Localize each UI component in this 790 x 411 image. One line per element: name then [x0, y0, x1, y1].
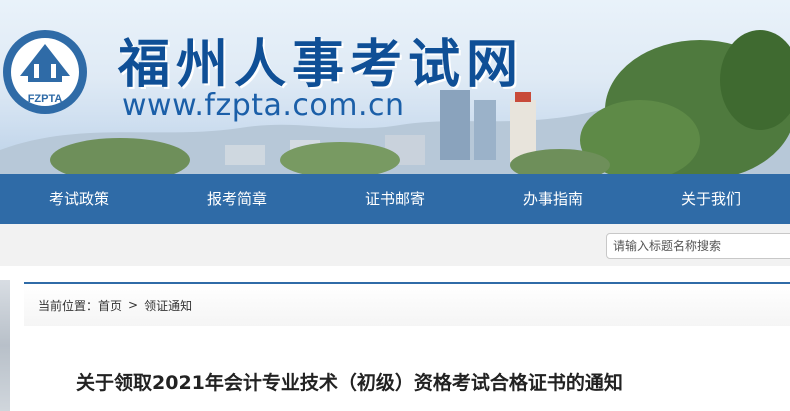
nav-item-exam-policy[interactable]: 考试政策 [0, 174, 158, 224]
nav-item-about-us[interactable]: 关于我们 [632, 174, 790, 224]
breadcrumb-home-link[interactable]: 首页 [98, 297, 122, 314]
site-url: www.fzpta.com.cn [122, 88, 405, 123]
site-name: 福州人事考试网 [118, 35, 525, 95]
header-banner: FZPTA 福州人事考试网 www.fzpta.com.cn [0, 0, 790, 174]
nav-item-registration-guide[interactable]: 报考简章 [158, 174, 316, 224]
search-bar-row [0, 224, 790, 266]
nav-item-service-guide[interactable]: 办事指南 [474, 174, 632, 224]
logo-text: FZPTA [28, 93, 63, 105]
article-title: 关于领取2021年会计专业技术（初级）资格考试合格证书的通知 [76, 372, 623, 394]
breadcrumb-prefix: 当前位置： [38, 298, 99, 313]
main-nav: 考试政策 报考简章 证书邮寄 办事指南 关于我们 [0, 174, 790, 224]
side-decoration [0, 280, 10, 411]
fzpta-logo[interactable]: FZPTA [0, 14, 90, 124]
breadcrumb: 当前位置： 首页 > 领证通知 [24, 282, 790, 326]
breadcrumb-separator: > [128, 298, 139, 312]
breadcrumb-current-link[interactable]: 领证通知 [144, 297, 192, 314]
nav-item-certificate-mailing[interactable]: 证书邮寄 [316, 174, 474, 224]
search-input[interactable] [606, 233, 790, 259]
